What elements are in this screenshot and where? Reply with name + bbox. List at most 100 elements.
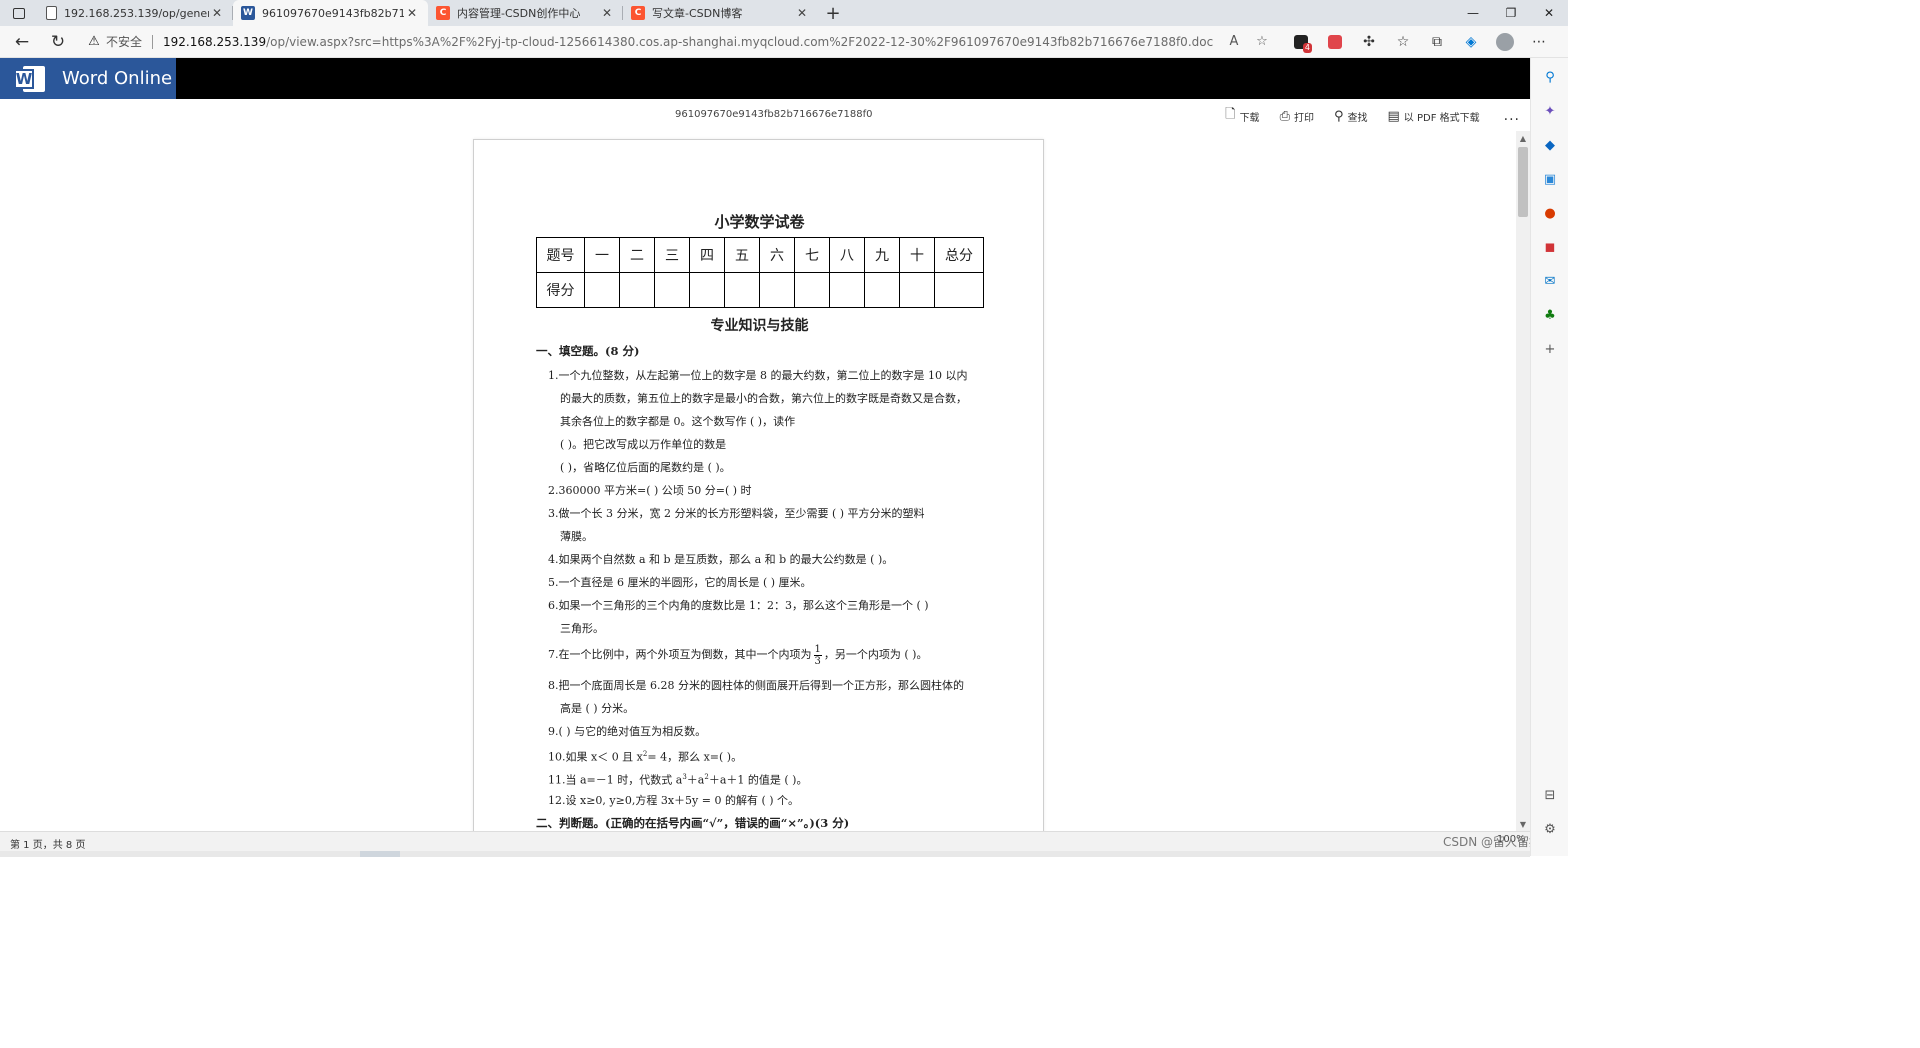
new-tab-button[interactable]: +: [818, 0, 848, 26]
page-icon: [46, 6, 57, 20]
document-page: 小学数学试卷 题号 一 二 三 四 五 六 七 八 九 十 总分 得分 专业知识…: [473, 139, 1044, 831]
score-table-header-row: 题号 一 二 三 四 五 六 七 八 九 十 总分: [536, 237, 984, 273]
question-line: 高是 ( ) 分米。: [560, 702, 635, 715]
read-aloud-icon[interactable]: A: [1220, 34, 1248, 49]
table-cell: 五: [724, 237, 760, 273]
address-bar-actions: A ☆: [1220, 34, 1276, 49]
refresh-button[interactable]: ↻: [40, 27, 76, 57]
add-icon[interactable]: +: [1541, 340, 1559, 358]
browser-essentials-button[interactable]: ◈: [1454, 28, 1488, 56]
table-cell: [689, 272, 725, 308]
word-online-brand[interactable]: W Word Online: [0, 58, 176, 99]
browser-toolbar: ← ↻ ⚠ 不安全 192.168.253.139 /op/view.aspx?…: [0, 26, 1568, 58]
download-icon: 🗋: [1225, 107, 1236, 122]
question-text: 7.在一个比例中，两个外项互为倒数，其中一个内项为: [548, 648, 812, 661]
minimize-button[interactable]: —: [1454, 0, 1492, 26]
extensions-button[interactable]: ✣: [1352, 28, 1386, 56]
search-icon: ⚲: [1333, 108, 1344, 124]
question-line: 其余各位上的数字都是 0。这个数写作 ( )，读作: [560, 415, 796, 428]
more-options-button[interactable]: ...: [1504, 108, 1520, 124]
settings-more-button[interactable]: ⋯: [1522, 28, 1556, 56]
tab-csdn-content[interactable]: C 内容管理-CSDN创作中心 ✕: [428, 0, 623, 26]
table-cell: 题号: [536, 237, 585, 273]
question-text: ，另一个内项为 ( )。: [823, 648, 928, 661]
close-icon[interactable]: ✕: [209, 6, 225, 20]
download-button[interactable]: 🗋 下载: [1225, 105, 1259, 127]
tab-actions-icon: [13, 7, 25, 19]
question-text: 11.当 a=－1 时，代数式 a: [548, 773, 683, 787]
url-host: 192.168.253.139: [163, 34, 267, 49]
gear-icon[interactable]: ⚙: [1541, 820, 1559, 838]
table-cell: [619, 272, 655, 308]
tree-icon[interactable]: ♣: [1541, 306, 1559, 324]
table-cell: 九: [864, 237, 900, 273]
profile-button[interactable]: [1488, 28, 1522, 56]
address-bar[interactable]: ⚠ 不安全 192.168.253.139 /op/view.aspx?src=…: [86, 28, 1276, 56]
add-favorite-icon[interactable]: ☆: [1248, 34, 1276, 49]
tab-title: 写文章-CSDN博客: [652, 7, 743, 20]
shopping-icon[interactable]: ◆: [1541, 136, 1559, 154]
table-cell: 一: [584, 237, 620, 273]
search-icon[interactable]: ⚲: [1541, 68, 1559, 86]
outlook-icon[interactable]: ✉: [1541, 272, 1559, 290]
question-9: 9.( ) 与它的绝对值互为相反数。: [548, 725, 707, 738]
question-8: 8.把一个底面周长是 6.28 分米的圆柱体的侧面展开后得到一个正方形，那么圆柱…: [548, 674, 988, 720]
tab-strip: 192.168.253.139/op/generate.aspx ✕ W 961…: [0, 0, 1568, 26]
question-text: 10.如果 x＜ 0 且 x: [548, 750, 643, 764]
collections-icon: ⧉: [1432, 33, 1442, 50]
scroll-down-icon[interactable]: ▼: [1516, 817, 1530, 831]
games-icon[interactable]: ●: [1541, 204, 1559, 222]
fraction-numerator: 1: [813, 643, 822, 656]
question-6: 6.如果一个三角形的三个内角的度数比是 1：2：3，那么这个三角形是一个 ( )…: [548, 594, 988, 640]
close-window-button[interactable]: ✕: [1530, 0, 1568, 26]
question-3: 3.做一个长 3 分米，宽 2 分米的长方形塑料袋，至少需要 ( ) 平方分米的…: [548, 502, 988, 548]
question-4: 4.如果两个自然数 a 和 b 是互质数，那么 a 和 b 的最大公约数是 ( …: [548, 553, 894, 566]
scroll-thumb[interactable]: [1518, 147, 1528, 217]
tools-icon[interactable]: ▣: [1541, 170, 1559, 188]
score-table: 题号 一 二 三 四 五 六 七 八 九 十 总分 得分: [536, 237, 984, 308]
find-button[interactable]: ⚲ 查找: [1334, 109, 1368, 124]
warning-icon: ⚠: [88, 34, 100, 49]
table-cell: [829, 272, 865, 308]
table-cell: [899, 272, 935, 308]
question-line: 8.把一个底面周长是 6.28 分米的圆柱体的侧面展开后得到一个正方形，那么圆柱…: [548, 679, 964, 692]
extension-tracker[interactable]: 4: [1284, 28, 1318, 56]
vertical-scrollbar[interactable]: ▲ ▼: [1516, 131, 1530, 831]
table-cell: [759, 272, 795, 308]
extension-red[interactable]: [1318, 28, 1352, 56]
close-icon[interactable]: ✕: [599, 6, 615, 20]
office-icon[interactable]: ◼: [1541, 238, 1559, 256]
question-5: 5.一个直径是 6 厘米的半圆形，它的周长是 ( ) 厘米。: [548, 576, 812, 589]
table-cell: 总分: [934, 237, 984, 273]
collections-button[interactable]: ⧉: [1420, 28, 1454, 56]
brand-name: Word Online: [62, 68, 173, 89]
tab-generate[interactable]: 192.168.253.139/op/generate.aspx ✕: [38, 0, 233, 26]
sidebar-toggle-icon[interactable]: ⊟: [1541, 786, 1559, 804]
question-line: ( )。把它改写成以万作单位的数是: [560, 438, 727, 451]
copilot-icon[interactable]: ✦: [1541, 102, 1559, 120]
question-line: 三角形。: [560, 622, 604, 635]
tab-word-document[interactable]: W 961097670e9143fb82b716676e7188f0 ✕: [233, 0, 428, 26]
word-logo-icon: W: [14, 64, 46, 94]
command-actions: 🗋 下载 ⎙ 打印 ⚲ 查找 ▤ 以 PDF 格式下载 ...: [1205, 105, 1520, 127]
table-cell: 十: [899, 237, 935, 273]
fraction-denominator: 3: [814, 655, 821, 667]
close-icon[interactable]: ✕: [794, 6, 810, 20]
table-cell: 七: [794, 237, 830, 273]
status-bar: 第 1 页，共 8 页: [0, 831, 1530, 857]
question-text: ＋a＋1 的值是 ( )。: [708, 773, 808, 787]
restore-button[interactable]: ❐: [1492, 0, 1530, 26]
edge-sidebar: ⚲ ✦ ◆ ▣ ● ◼ ✉ ♣ + ⊟ ⚙: [1530, 58, 1568, 856]
tab-actions-button[interactable]: [0, 0, 38, 26]
question-text: = 4，那么 x=( )。: [647, 750, 743, 764]
tab-csdn-write[interactable]: C 写文章-CSDN博客 ✕: [623, 0, 818, 26]
document-viewport[interactable]: 小学数学试卷 题号 一 二 三 四 五 六 七 八 九 十 总分 得分 专业知识…: [0, 131, 1530, 831]
horizontal-scrollbar[interactable]: [0, 851, 1530, 857]
close-icon[interactable]: ✕: [404, 6, 420, 20]
scroll-up-icon[interactable]: ▲: [1516, 131, 1530, 145]
print-button[interactable]: ⎙ 打印: [1280, 109, 1314, 124]
pdf-download-button[interactable]: ▤ 以 PDF 格式下载: [1388, 109, 1480, 124]
favorites-button[interactable]: ☆: [1386, 28, 1420, 56]
scroll-thumb[interactable]: [360, 851, 400, 857]
back-button[interactable]: ←: [4, 27, 40, 57]
